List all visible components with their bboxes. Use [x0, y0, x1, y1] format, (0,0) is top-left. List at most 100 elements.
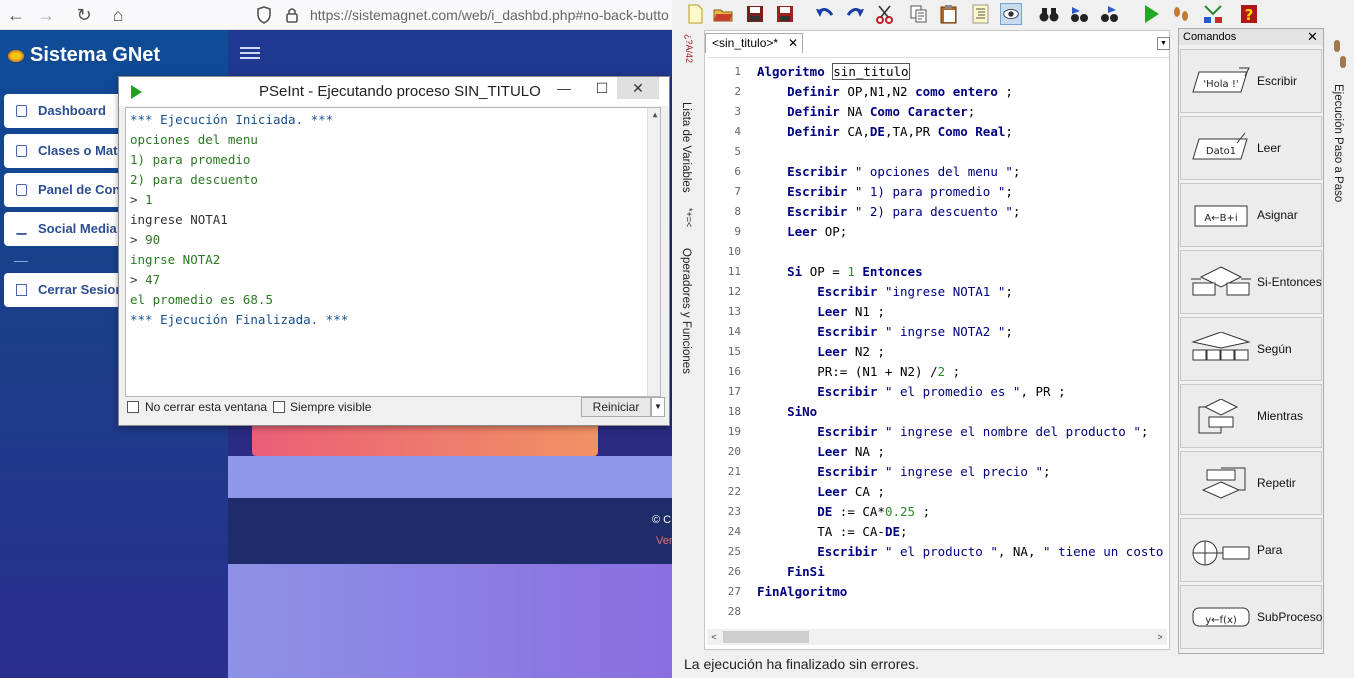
content-area — [228, 456, 672, 498]
code-line[interactable]: Escribir " ingrese el precio "; — [757, 464, 1050, 479]
close-tab-icon[interactable]: ✕ — [788, 34, 798, 52]
save-icon[interactable] — [744, 3, 766, 25]
run-icon[interactable] — [1140, 3, 1162, 25]
command-repetir[interactable]: Repetir — [1180, 451, 1322, 515]
command-leer[interactable]: Dato1 Leer — [1180, 116, 1322, 180]
console-vertical-scrollbar[interactable]: ▲ — [647, 108, 660, 396]
close-panel-icon[interactable]: ✕ — [1307, 29, 1318, 45]
console-line: opciones del menu — [130, 132, 258, 147]
code-line[interactable]: FinSi — [757, 564, 825, 579]
scroll-track[interactable] — [650, 124, 660, 378]
code-line[interactable]: Si OP = 1 Entonces — [757, 264, 923, 279]
code-line[interactable]: Escribir " opciones del menu "; — [757, 164, 1020, 179]
tab-variables[interactable]: Lista de Variables — [680, 102, 692, 193]
watch-icon[interactable] — [1000, 3, 1022, 25]
code-line[interactable]: Escribir " el producto ", NA, " tiene un… — [757, 544, 1169, 559]
tab-step-execution[interactable]: Ejecución Paso a Paso — [1332, 84, 1344, 202]
shield-icon[interactable] — [256, 6, 272, 24]
execution-console[interactable]: *** Ejecución Iniciada. *** opciones del… — [125, 107, 661, 397]
command-para[interactable]: Para — [1180, 518, 1322, 582]
restart-dropdown-button[interactable]: ▼ — [651, 397, 665, 417]
line-number: 11 — [727, 265, 741, 278]
no-close-checkbox[interactable] — [127, 401, 139, 413]
operators-tab-icon[interactable]: *+=< — [680, 208, 694, 244]
code-line[interactable]: Leer NA ; — [757, 444, 885, 459]
code-line[interactable]: Algoritmo sin_titulo — [757, 63, 910, 80]
command-glyph: A←B+i — [1204, 213, 1237, 224]
tab-operators[interactable]: Operadores y Funciones — [680, 248, 692, 374]
save-as-icon[interactable] — [774, 3, 796, 25]
footsteps-icon[interactable] — [1332, 38, 1348, 78]
command-subproceso[interactable]: y←f(x) SubProceso — [1180, 585, 1322, 649]
command-seg-n[interactable]: Según — [1180, 317, 1322, 381]
editor-tab[interactable]: <sin_titulo>* ✕ — [705, 33, 803, 53]
command-mientras[interactable]: Mientras — [1180, 384, 1322, 448]
indent-icon[interactable] — [970, 3, 992, 25]
sidebar-item-label: Cerrar Sesion — [38, 282, 124, 297]
code-line[interactable]: Leer CA ; — [757, 484, 885, 499]
new-file-icon[interactable] — [684, 3, 706, 25]
code-line[interactable]: Escribir "ingrese NOTA1 "; — [757, 284, 1013, 299]
help-icon[interactable]: ? — [1238, 3, 1260, 25]
close-button[interactable]: ✕ — [617, 77, 659, 99]
restart-button[interactable]: Reiniciar — [581, 397, 651, 417]
replace-icon[interactable] — [1098, 3, 1120, 25]
no-close-label[interactable]: No cerrar esta ventana — [145, 400, 267, 414]
code-line[interactable]: Definir NA Como Caracter; — [757, 104, 975, 119]
command-si-entonces[interactable]: Si-Entonces — [1180, 250, 1322, 314]
hamburger-menu-icon[interactable] — [240, 44, 260, 62]
scroll-thumb[interactable] — [723, 631, 809, 643]
grid-icon — [16, 105, 27, 117]
search-binoculars-icon[interactable] — [1038, 3, 1060, 25]
url-text[interactable]: https://sistemagnet.com/web/i_dashbd.php… — [310, 2, 669, 28]
copy-icon[interactable] — [908, 3, 930, 25]
code-line[interactable]: Escribir " 2) para descuento "; — [757, 204, 1020, 219]
scroll-right-icon[interactable]: > — [1153, 629, 1167, 645]
scroll-left-icon[interactable]: < — [707, 629, 721, 645]
maximize-button[interactable]: ☐ — [585, 77, 619, 99]
variables-tab-icon[interactable]: ¿?A/42 — [680, 34, 694, 92]
step-by-step-icon[interactable] — [1170, 3, 1192, 25]
editor-horizontal-scrollbar[interactable]: < > — [707, 629, 1167, 645]
code-line[interactable]: PR:= (N1 + N2) /2 ; — [757, 364, 960, 379]
flowchart-icon[interactable] — [1202, 3, 1224, 25]
line-number: 6 — [734, 165, 741, 178]
line-number: 16 — [727, 365, 741, 378]
open-folder-icon[interactable] — [712, 3, 734, 25]
always-visible-checkbox[interactable] — [273, 401, 285, 413]
find-next-icon[interactable] — [1068, 3, 1090, 25]
code-line[interactable]: TA := CA-DE; — [757, 524, 907, 539]
code-line[interactable]: Escribir " 1) para promedio "; — [757, 184, 1013, 199]
code-line[interactable]: Leer N1 ; — [757, 304, 885, 319]
code-line[interactable]: DE := CA*0.25 ; — [757, 504, 930, 519]
code-line[interactable]: Definir CA,DE,TA,PR Como Real; — [757, 124, 1013, 139]
code-line[interactable]: FinAlgoritmo — [757, 584, 847, 599]
minimize-button[interactable]: — — [547, 77, 581, 99]
back-arrow-icon[interactable]: ← — [4, 3, 28, 27]
scroll-up-icon[interactable]: ▲ — [648, 108, 660, 122]
always-visible-label[interactable]: Siempre visible — [290, 400, 371, 414]
lock-icon[interactable] — [284, 6, 300, 24]
undo-icon[interactable] — [814, 3, 836, 25]
execution-window-titlebar[interactable]: PSeInt - Ejecutando proceso SIN_TITULO —… — [119, 77, 669, 106]
site-brand[interactable]: Sistema GNet — [8, 44, 160, 67]
url-bar[interactable]: https://sistemagnet.com/web/i_dashbd.php… — [248, 2, 672, 28]
bar-chart-icon — [16, 223, 27, 235]
code-line[interactable]: Leer N2 ; — [757, 344, 885, 359]
code-line[interactable]: Definir OP,N1,N2 como entero ; — [757, 84, 1013, 99]
command-escribir[interactable]: 'Hola !' Escribir — [1180, 49, 1322, 113]
cut-icon[interactable] — [874, 3, 896, 25]
home-icon[interactable]: ⌂ — [106, 3, 130, 27]
code-line[interactable]: Escribir " ingrse NOTA2 "; — [757, 324, 1013, 339]
redo-icon[interactable] — [844, 3, 866, 25]
code-line[interactable]: Leer OP; — [757, 224, 847, 239]
forward-arrow-icon[interactable]: → — [34, 3, 58, 27]
code-line[interactable]: Escribir " el promedio es ", PR ; — [757, 384, 1065, 399]
tab-list-dropdown-icon[interactable]: ▼ — [1157, 37, 1170, 50]
command-asignar[interactable]: A←B+i Asignar — [1180, 183, 1322, 247]
reload-icon[interactable]: ↻ — [72, 3, 96, 27]
code-area[interactable]: 1 Algoritmo sin_titulo 2 Definir OP,N1,N2 … — [707, 57, 1169, 627]
code-line[interactable]: SiNo — [757, 404, 817, 419]
paste-icon[interactable] — [938, 3, 960, 25]
code-line[interactable]: Escribir " ingrese el nombre del product… — [757, 424, 1148, 439]
